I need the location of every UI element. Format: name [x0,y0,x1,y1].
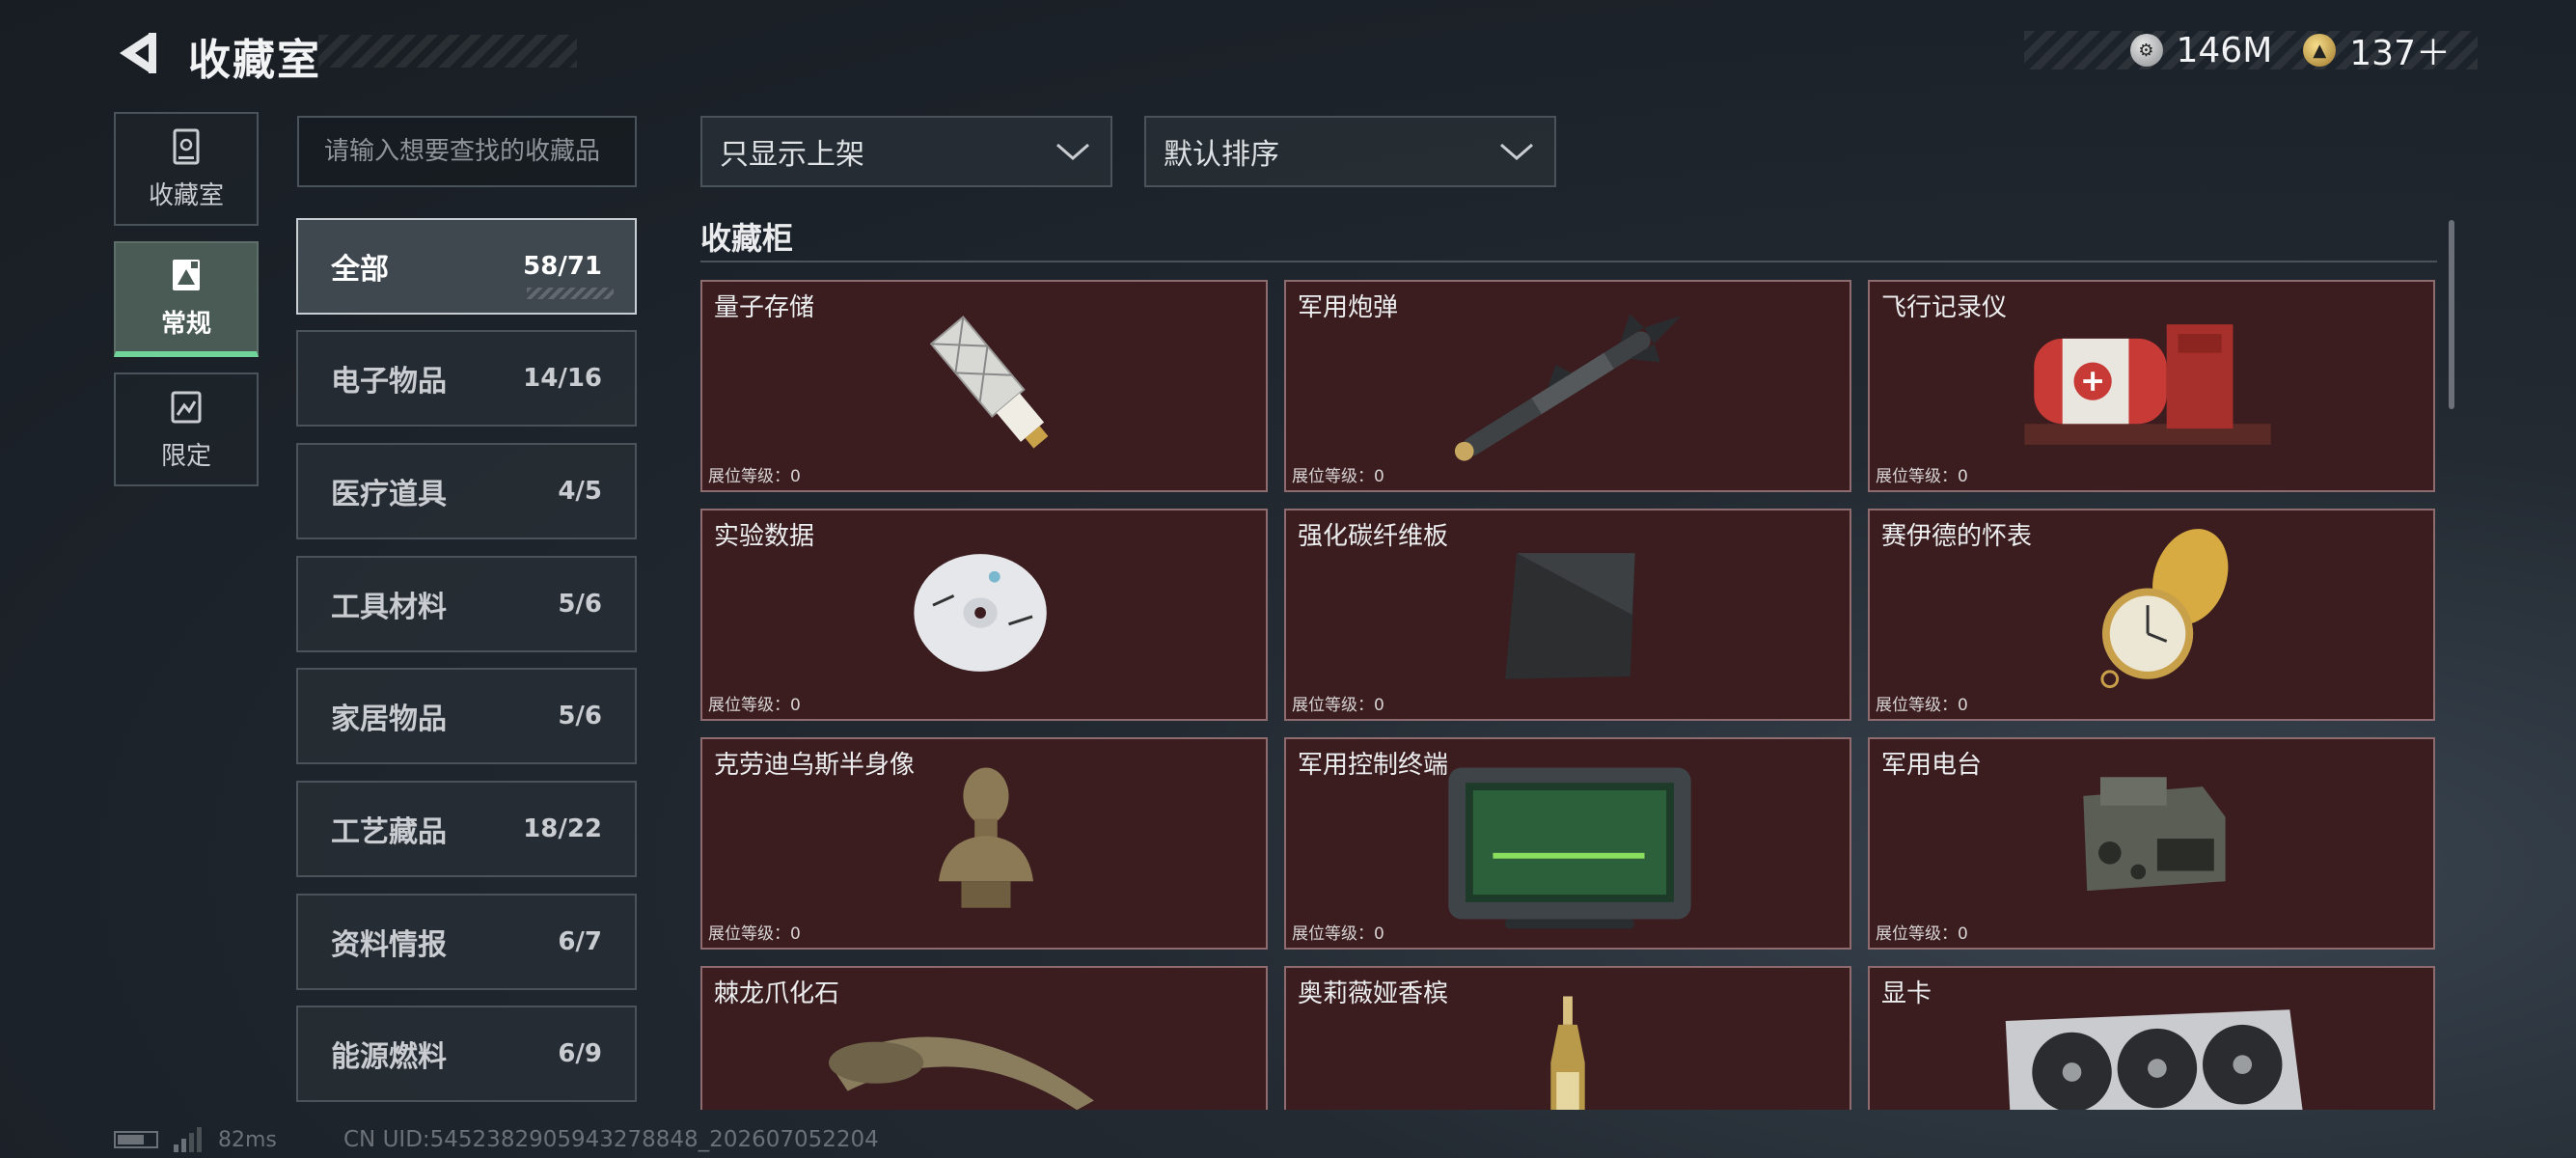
category-count: 6/7 [558,927,602,956]
category-name: 电子物品 [331,365,447,399]
item-display-level: 展位等级：0 [1292,696,1384,715]
nav-tab-limited[interactable]: 限定 [114,372,259,486]
ping-value: 82ms [218,1127,277,1152]
shelf-filter-value: 只显示上架 [720,138,864,172]
category-name: 能源燃料 [331,1040,447,1074]
category-all[interactable]: 全部 58/71 [296,218,637,315]
collection-item-card[interactable]: 实验数据 展位等级：0 [700,509,1268,721]
item-name: 显卡 [1881,979,1932,1008]
item-name: 强化碳纤维板 [1298,522,1449,551]
user-uid: CN UID:5452382905943278848_202607052204 [343,1127,879,1152]
collection-item-card[interactable]: 军用控制终端 展位等级：0 [1284,737,1851,950]
status-footer: 82ms [114,1127,277,1152]
item-display-level: 展位等级：0 [708,924,801,944]
silver-currency-value: 146M [2176,30,2273,70]
nav-tab-regular[interactable]: 常规 [114,241,259,357]
section-divider [700,261,2437,262]
item-name: 奥莉薇娅香槟 [1298,979,1449,1008]
item-name: 军用控制终端 [1298,751,1449,780]
item-name: 军用炮弹 [1298,293,1399,322]
item-display-level: 展位等级：0 [1292,924,1384,944]
category-name: 工具材料 [331,591,447,624]
category-name: 工艺藏品 [331,815,447,849]
gold-currency-value[interactable]: 137＋ [2349,25,2451,75]
item-name: 实验数据 [714,522,815,551]
category-name: 资料情报 [331,928,447,962]
item-name: 棘龙爪化石 [714,979,840,1008]
collection-item-card[interactable]: 军用电台 展位等级：0 [1868,737,2435,950]
trophy-case-icon [173,128,200,164]
shelf-filter-dropdown[interactable]: 只显示上架 [700,116,1112,187]
category-name: 家居物品 [331,703,447,736]
collection-item-card[interactable]: 强化碳纤维板 展位等级：0 [1284,509,1851,721]
category-energy[interactable]: 能源燃料 6/9 [296,1006,637,1102]
scrollbar-thumb[interactable] [2449,220,2454,409]
title-stripe-decoration [318,35,577,68]
item-display-level: 展位等级：0 [1876,696,1968,715]
signal-icon [174,1127,202,1152]
collection-item-card[interactable]: 克劳迪乌斯半身像 展位等级：0 [700,737,1268,950]
section-title: 收藏柜 [700,220,794,257]
category-crafts[interactable]: 工艺藏品 18/22 [296,781,637,877]
category-count: 5/6 [558,702,602,731]
collection-item-card[interactable]: 棘龙爪化石 [700,966,1268,1110]
item-display-level: 展位等级：0 [1292,467,1384,486]
item-display-level: 展位等级：0 [1876,924,1968,944]
category-count: 58/71 [523,252,602,281]
category-intel[interactable]: 资料情报 6/7 [296,894,637,990]
category-count: 18/22 [523,814,602,843]
category-count: 14/16 [523,364,602,393]
collection-item-card[interactable]: 量子存储 展位等级：0 [700,280,1268,492]
nav-tab-collection-room[interactable]: 收藏室 [114,112,259,226]
item-name: 克劳迪乌斯半身像 [714,751,916,780]
item-name: 赛伊德的怀表 [1881,522,2033,551]
gold-coin-icon: ▲ [2303,34,2337,67]
category-count: 5/6 [558,590,602,619]
category-count: 6/9 [558,1039,602,1068]
collection-search-input[interactable] [297,116,637,187]
sort-order-dropdown[interactable]: 默认排序 [1144,116,1556,187]
collection-grid: 量子存储 展位等级：0 军用炮弹 展位等级：0 飞行记录仪 展位等级：0 实验数… [700,280,2437,1110]
category-name: 医疗道具 [331,478,447,511]
portrait-frame-icon [173,259,200,290]
item-display-level: 展位等级：0 [708,467,801,486]
collection-item-card[interactable]: 赛伊德的怀表 展位等级：0 [1868,509,2435,721]
chevron-down-icon [1500,143,1533,160]
item-name: 量子存储 [714,293,815,322]
category-medical[interactable]: 医疗道具 4/5 [296,443,637,539]
item-name: 军用电台 [1881,751,1983,780]
category-count: 4/5 [558,477,602,506]
collection-item-card[interactable]: 飞行记录仪 展位等级：0 [1868,280,2435,492]
currency-bar: ⚙ 146M ▲ 137＋ [2024,30,2478,73]
item-display-level: 展位等级：0 [1876,467,1968,486]
category-tools[interactable]: 工具材料 5/6 [296,556,637,652]
category-household[interactable]: 家居物品 5/6 [296,668,637,764]
back-arrow-icon [120,33,156,73]
battery-icon [114,1131,158,1148]
category-electronics[interactable]: 电子物品 14/16 [296,330,637,427]
limited-frame-icon [171,391,202,423]
collection-item-card[interactable]: 显卡 [1868,966,2435,1110]
item-display-level: 展位等级：0 [708,696,801,715]
back-button[interactable] [114,29,162,77]
page-title: 收藏室 [188,36,321,85]
category-name: 全部 [331,253,389,287]
collection-item-card[interactable]: 奥莉薇娅香槟 [1284,966,1851,1110]
graphics-card-icon [2005,1009,2303,1110]
stripe-decoration [527,288,614,299]
nav-tab-label: 收藏室 [148,180,224,210]
item-name: 飞行记录仪 [1881,293,2008,322]
sort-order-value: 默认排序 [1164,138,1279,172]
chevron-down-icon [1056,143,1089,160]
collection-item-card[interactable]: 军用炮弹 展位等级：0 [1284,280,1851,492]
silver-coin-icon: ⚙ [2129,34,2163,67]
nav-tab-label: 限定 [160,441,211,471]
nav-tab-label: 常规 [160,309,211,339]
